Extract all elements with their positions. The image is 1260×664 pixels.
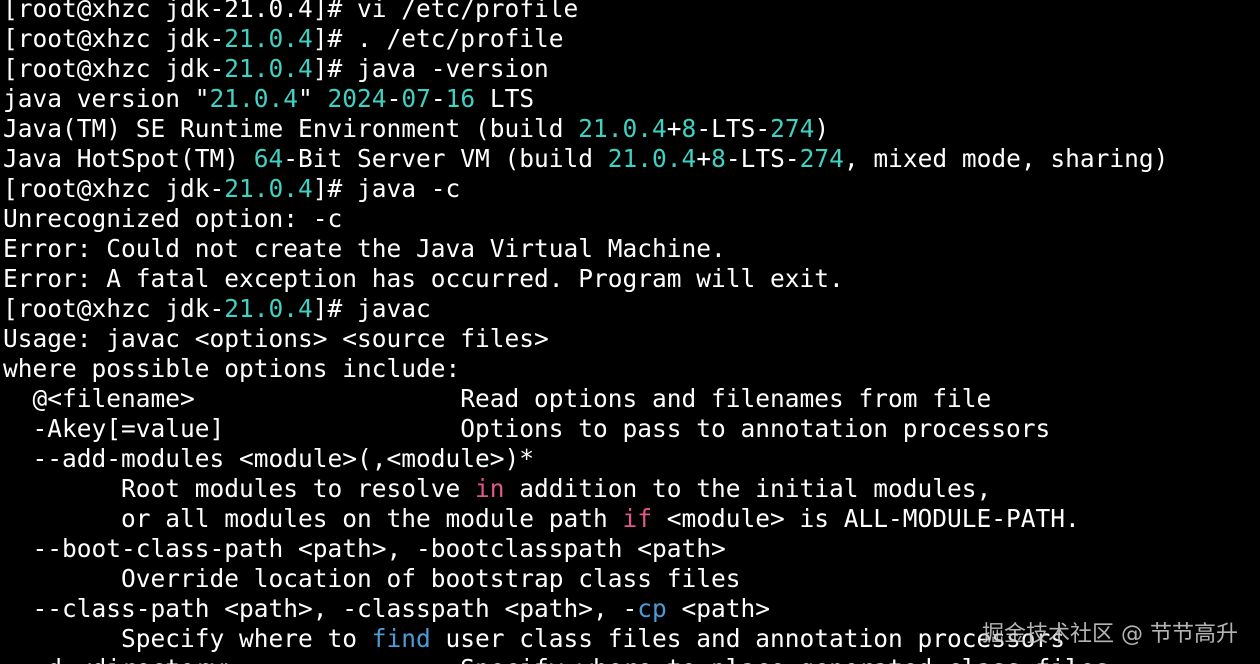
terminal-text-segment: ": [298, 84, 328, 113]
terminal-text-segment: ]# javac: [312, 294, 431, 323]
terminal-line: --add-modules <module>(,<module>)*: [3, 444, 1260, 474]
terminal-text-segment: Usage: javac <options> <source files>: [3, 324, 549, 353]
terminal-text-segment: 21.0.4: [607, 144, 697, 173]
terminal-text-segment: Unrecognized option: -c: [3, 204, 343, 233]
terminal-text-segment: if: [622, 504, 653, 533]
terminal-line: Error: A fatal exception has occurred. P…: [3, 264, 1260, 294]
terminal-text-segment: -d <directory> Specify where to place ge…: [3, 654, 1110, 664]
terminal-text-segment: LTS: [475, 84, 535, 113]
terminal-line: [root@xhzc jdk-21.0.4]# vi /etc/profile: [3, 0, 1260, 24]
terminal-text-segment: addition to the initial modules,: [504, 474, 992, 503]
terminal-line: -Akey[=value] Options to pass to annotat…: [3, 414, 1260, 444]
terminal-text-segment: [root@xhzc jdk-: [3, 294, 225, 323]
terminal-line: [root@xhzc jdk-21.0.4]# . /etc/profile: [3, 24, 1260, 54]
terminal-text-segment: -: [386, 84, 402, 113]
watermark: 掘金技术社区 @ 节节高升: [982, 622, 1238, 647]
terminal-line: [root@xhzc jdk-21.0.4]# java -c: [3, 174, 1260, 204]
terminal-text-segment: 21.0.4: [578, 114, 667, 143]
terminal-text-segment: cp: [637, 594, 667, 623]
terminal-line: Root modules to resolve in addition to t…: [3, 474, 1260, 504]
terminal-line: Usage: javac <options> <source files>: [3, 324, 1260, 354]
terminal-line: where possible options include:: [3, 354, 1260, 384]
terminal-text-segment: <module> is ALL-MODULE-PATH.: [652, 504, 1080, 533]
terminal-text-segment: user class files and annotation processo…: [430, 624, 1066, 653]
terminal-text-segment: 274: [770, 114, 815, 143]
terminal-text-segment: in: [475, 474, 505, 503]
terminal-text-segment: [root@xhzc jdk-: [3, 54, 225, 83]
terminal-text-segment: ]# java -version: [312, 54, 549, 83]
terminal-line: Java HotSpot(TM) 64-Bit Server VM (build…: [3, 144, 1260, 174]
terminal-line: @<filename> Read options and filenames f…: [3, 384, 1260, 414]
terminal-text-segment: java version ": [3, 84, 210, 113]
terminal-text-segment: 8: [681, 114, 697, 143]
terminal-text-segment: +: [666, 114, 682, 143]
terminal-text-segment: 21.0.4: [224, 174, 313, 203]
terminal-text-segment: Java(TM) SE Runtime Environment (build: [3, 114, 579, 143]
terminal-text-segment: Error: Could not create the Java Virtual…: [3, 234, 726, 263]
terminal-line: -d <directory> Specify where to place ge…: [3, 654, 1260, 664]
terminal-text-segment: ): [814, 114, 830, 143]
terminal-text-segment: <path>: [666, 594, 771, 623]
terminal-text-segment: 16: [445, 84, 476, 113]
terminal-line: Java(TM) SE Runtime Environment (build 2…: [3, 114, 1260, 144]
terminal-text-segment: -LTS-: [696, 114, 771, 143]
terminal-text-segment: or all modules on the module path: [3, 504, 623, 533]
terminal-text-segment: -Akey[=value] Options to pass to annotat…: [3, 414, 1051, 443]
terminal-text-segment: --boot-class-path <path>, -bootclasspath…: [3, 534, 726, 563]
terminal-line: [root@xhzc jdk-21.0.4]# javac: [3, 294, 1260, 324]
terminal-text-segment: -LTS-: [725, 144, 800, 173]
terminal-text-segment: find: [371, 624, 431, 653]
terminal-text-segment: ]# . /etc/profile: [312, 24, 564, 53]
terminal-line: Unrecognized option: -c: [3, 204, 1260, 234]
terminal-text-segment: --class-path <path>, -classpath <path>, …: [3, 594, 638, 623]
terminal-text-segment: [root@xhzc jdk-: [3, 174, 225, 203]
terminal-window[interactable]: [root@xhzc jdk-21.0.4]# vi /etc/profile[…: [0, 0, 1260, 664]
terminal-line: Error: Could not create the Java Virtual…: [3, 234, 1260, 264]
terminal-line: or all modules on the module path if <mo…: [3, 504, 1260, 534]
terminal-text-segment: 21.0.4: [224, 294, 313, 323]
terminal-text-segment: 8: [711, 144, 726, 173]
terminal-text-segment: ]# java -c: [312, 174, 461, 203]
terminal-text-segment: --add-modules <module>(,<module>)*: [3, 444, 535, 473]
terminal-text-segment: 2024: [327, 84, 387, 113]
terminal-text-segment: 21.0.4: [224, 54, 313, 83]
terminal-text-segment: 274: [799, 144, 844, 173]
terminal-line: [root@xhzc jdk-21.0.4]# java -version: [3, 54, 1260, 84]
terminal-text-segment: -Bit Server VM (build: [283, 144, 608, 173]
terminal-text-segment: +: [696, 144, 712, 173]
terminal-line: Override location of bootstrap class fil…: [3, 564, 1260, 594]
terminal-text-segment: Java HotSpot(TM): [3, 144, 254, 173]
terminal-text-segment: [root@xhzc jdk-21.0.4]# vi /etc/profile: [3, 0, 579, 23]
terminal-output: [root@xhzc jdk-21.0.4]# vi /etc/profile[…: [3, 0, 1260, 664]
terminal-text-segment: Specify where to: [3, 624, 372, 653]
terminal-text-segment: @<filename> Read options and filenames f…: [3, 384, 992, 413]
terminal-text-segment: Override location of bootstrap class fil…: [3, 564, 741, 593]
terminal-line: --boot-class-path <path>, -bootclasspath…: [3, 534, 1260, 564]
terminal-text-segment: -: [430, 84, 446, 113]
terminal-text-segment: , mixed mode, sharing): [843, 144, 1169, 173]
terminal-text-segment: Root modules to resolve: [3, 474, 476, 503]
terminal-text-segment: 21.0.4: [224, 24, 313, 53]
terminal-text-segment: Error: A fatal exception has occurred. P…: [3, 264, 844, 293]
terminal-text-segment: 21.0.4: [209, 84, 299, 113]
terminal-text-segment: [root@xhzc jdk-: [3, 24, 225, 53]
terminal-text-segment: 64: [253, 144, 284, 173]
terminal-text-segment: where possible options include:: [3, 354, 461, 383]
terminal-line: java version "21.0.4" 2024-07-16 LTS: [3, 84, 1260, 114]
terminal-text-segment: 07: [401, 84, 431, 113]
